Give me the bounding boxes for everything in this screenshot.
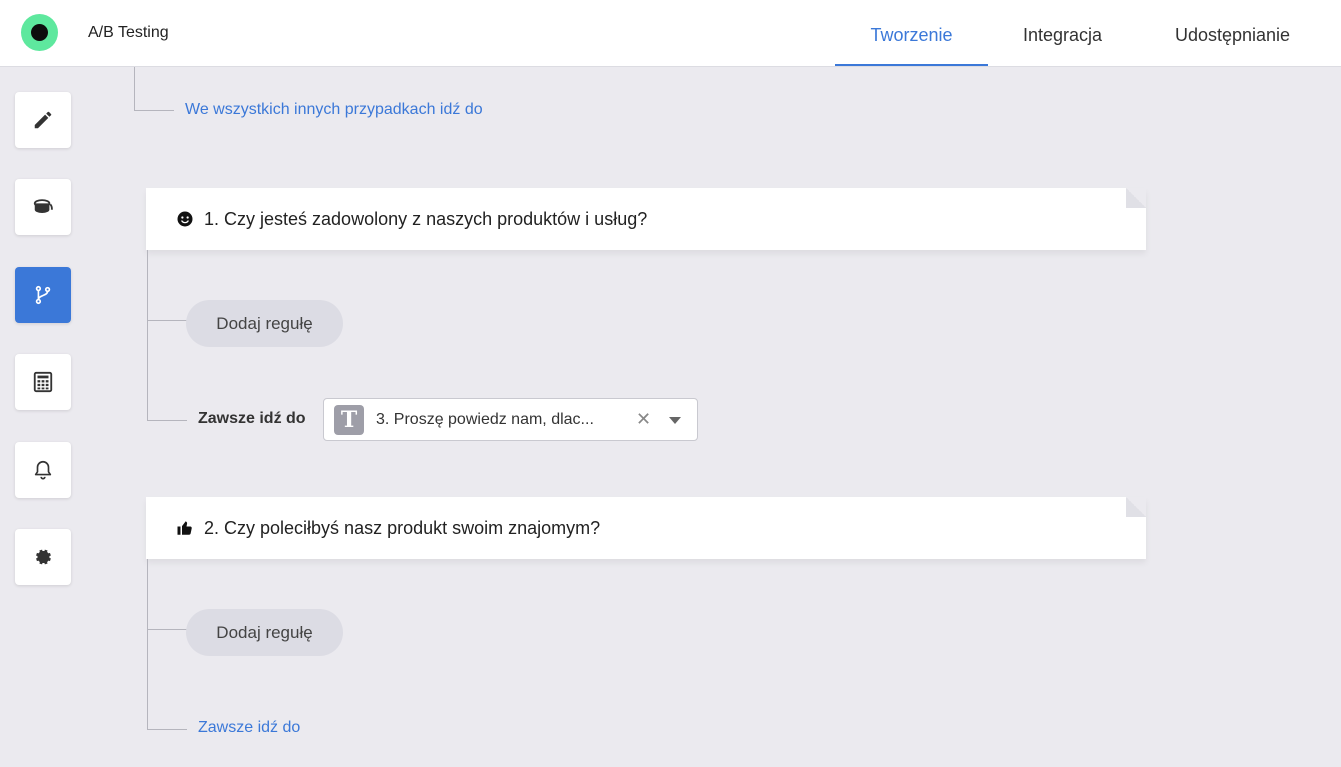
gear-icon: [36, 549, 51, 565]
smiley-icon: [177, 211, 193, 227]
chevron-down-icon[interactable]: [669, 417, 681, 424]
calculator-icon: [33, 371, 53, 393]
always-go-to-link[interactable]: Zawsze idź do: [198, 719, 300, 737]
always-go-to-select[interactable]: T 3. Proszę powiedz nam, dlac... ✕: [323, 398, 698, 441]
connector-line: [147, 559, 148, 729]
sidebar-item-edit[interactable]: [15, 92, 71, 148]
sidebar-item-calculator[interactable]: [15, 354, 71, 410]
connector-line: [147, 729, 187, 730]
pencil-icon: [34, 111, 52, 129]
add-rule-button[interactable]: Dodaj regułę: [186, 609, 343, 656]
otherwise-go-to-link[interactable]: We wszystkich innych przypadkach idź do: [185, 101, 483, 119]
top-bar: A/B Testing Tworzenie Integracja Udostęp…: [0, 0, 1341, 67]
question-title: 2. Czy poleciłbyś nasz produkt swoim zna…: [204, 517, 601, 538]
branch-icon: [35, 285, 51, 305]
connector-line: [134, 67, 135, 111]
page-fold: [1126, 497, 1146, 517]
sidebar-item-design[interactable]: [15, 179, 71, 235]
connector-line: [147, 250, 148, 420]
always-go-to-label: Zawsze idź do: [198, 410, 306, 427]
sidebar-item-notifications[interactable]: [15, 442, 71, 498]
thumbs-up-icon: [177, 521, 192, 535]
sidebar-item-settings[interactable]: [15, 529, 71, 585]
text-question-icon: T: [334, 404, 364, 435]
tab-tworzenie[interactable]: Tworzenie: [835, 0, 988, 66]
tab-integracja[interactable]: Integracja: [1000, 0, 1125, 66]
sidebar-item-logic[interactable]: [15, 267, 71, 323]
add-rule-button[interactable]: Dodaj regułę: [186, 300, 343, 347]
clear-icon[interactable]: ✕: [636, 409, 651, 430]
page-fold: [1126, 188, 1146, 208]
selected-target: 3. Proszę powiedz nam, dlac...: [376, 410, 594, 428]
connector-line: [147, 629, 187, 630]
question-title: 1. Czy jesteś zadowolony z naszych produ…: [204, 208, 648, 229]
question-card-1[interactable]: 1. Czy jesteś zadowolony z naszych produ…: [146, 188, 1146, 250]
connector-line: [147, 420, 187, 421]
connector-line: [134, 110, 174, 111]
app-title: A/B Testing: [88, 24, 169, 41]
paint-bucket-icon: [33, 199, 53, 213]
tab-udostepnianie[interactable]: Udostępnianie: [1150, 0, 1315, 66]
connector-line: [147, 320, 187, 321]
question-card-2[interactable]: 2. Czy poleciłbyś nasz produkt swoim zna…: [146, 497, 1146, 559]
bell-icon: [34, 460, 52, 480]
logo-icon[interactable]: [21, 14, 58, 51]
